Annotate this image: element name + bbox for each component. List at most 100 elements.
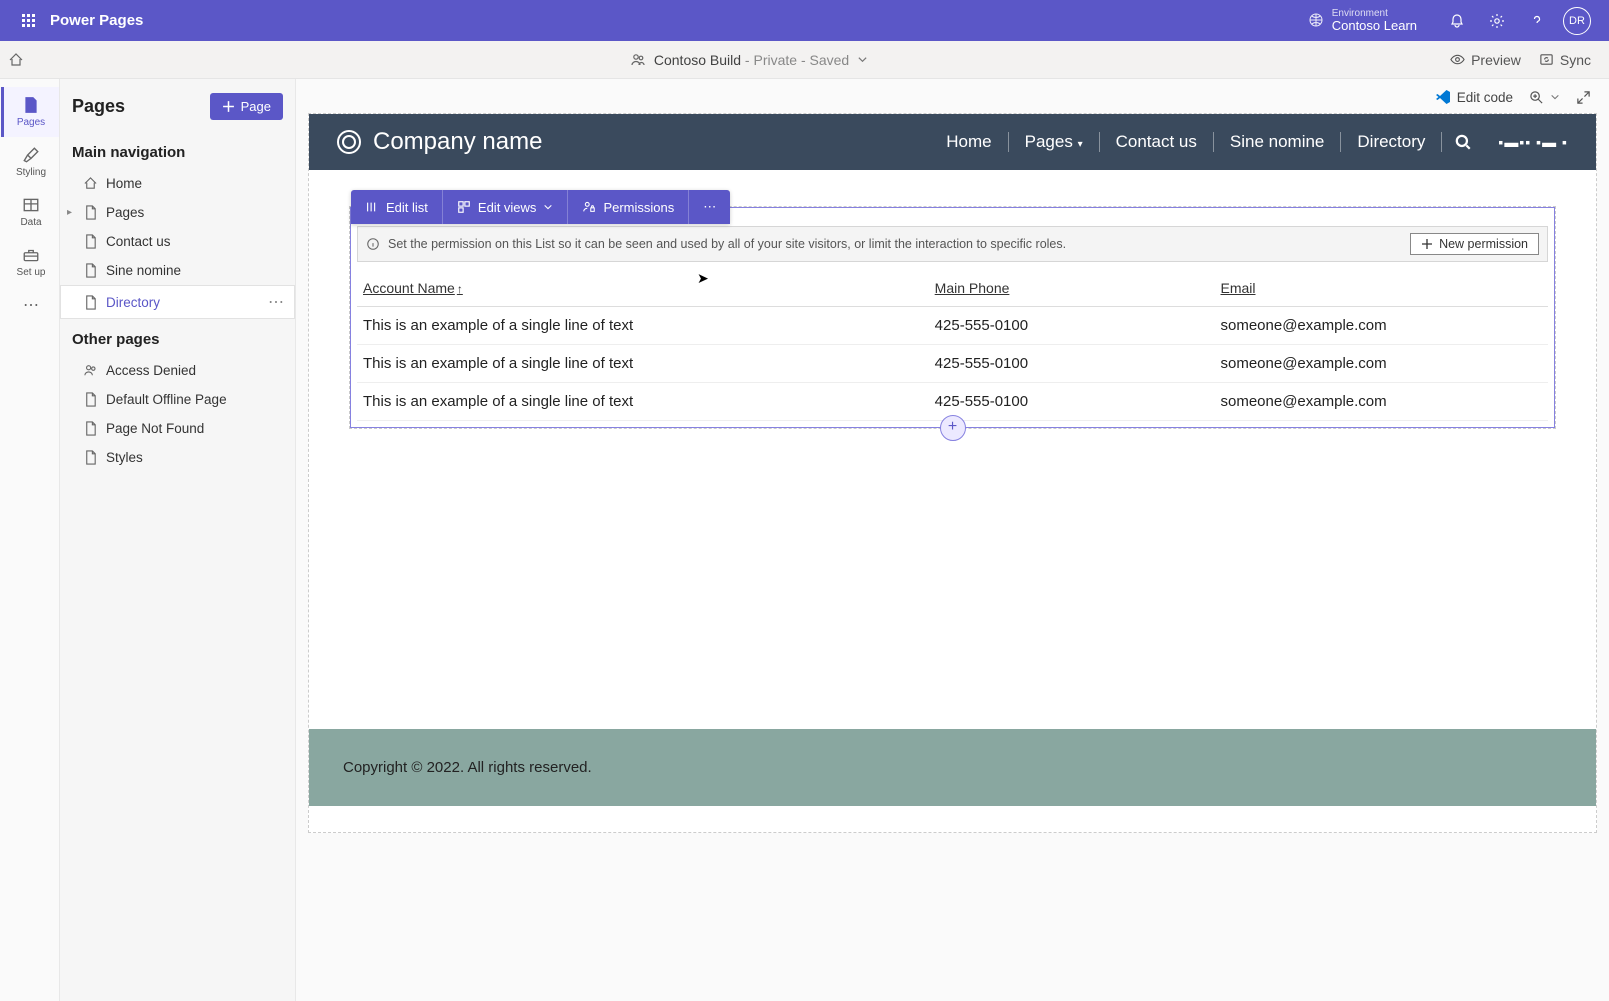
rail-setup[interactable]: Set up bbox=[1, 237, 59, 287]
rail-pages-label: Pages bbox=[17, 117, 45, 128]
bell-icon bbox=[1449, 13, 1465, 29]
design-canvas: Edit code Company name HomePages ▾Contac… bbox=[296, 79, 1609, 1001]
permissions-button[interactable]: Permissions bbox=[568, 190, 689, 224]
add-page-label: Page bbox=[241, 99, 271, 114]
settings-button[interactable] bbox=[1477, 1, 1517, 41]
sync-icon bbox=[1539, 52, 1554, 67]
canvas-toolbar: Edit code bbox=[296, 79, 1609, 109]
site-context[interactable]: Contoso Build - Private - Saved bbox=[48, 52, 1450, 68]
cell-main-phone: 425-555-0100 bbox=[929, 345, 1215, 383]
help-button[interactable] bbox=[1517, 1, 1557, 41]
environment-picker[interactable]: Environment Contoso Learn bbox=[1308, 8, 1417, 33]
site-status: - Private - Saved bbox=[741, 52, 849, 68]
avatar-initials: DR bbox=[1563, 7, 1591, 35]
data-table: Account Name↑ Main Phone Email bbox=[357, 270, 1548, 421]
app-launcher[interactable] bbox=[12, 14, 44, 27]
environment-label: Environment bbox=[1332, 8, 1417, 19]
zoom-button[interactable] bbox=[1529, 90, 1560, 105]
pages-panel: Pages Page Main navigation Home▸ PagesCon… bbox=[60, 79, 296, 1001]
add-page-button[interactable]: Page bbox=[210, 93, 283, 120]
column-header-account-name[interactable]: Account Name↑ bbox=[357, 270, 929, 307]
permission-banner: Set the permission on this List so it ca… bbox=[357, 226, 1548, 262]
toolbox-icon bbox=[22, 246, 40, 264]
chevron-right-icon: ▸ bbox=[67, 207, 72, 218]
main-nav-tree: Home ▸ Pages Contact usSine nomine Directory bbox=[60, 167, 295, 321]
rail-styling[interactable]: Styling bbox=[1, 137, 59, 187]
global-header: Power Pages Environment Contoso Learn DR bbox=[0, 0, 1609, 41]
nav-item-sine-nomine[interactable]: Sine nomine bbox=[60, 256, 295, 285]
site-title[interactable]: Company name bbox=[373, 128, 542, 156]
preview-label: Preview bbox=[1471, 52, 1521, 68]
chevron-down-icon bbox=[543, 202, 553, 212]
home-button[interactable] bbox=[8, 52, 48, 68]
list-toolbar: Edit list Edit views Permissions ⋯ bbox=[351, 190, 730, 224]
nav-item-directory[interactable]: Directory bbox=[60, 285, 295, 319]
site-search-button[interactable] bbox=[1442, 133, 1484, 151]
people-icon bbox=[630, 52, 646, 68]
site-nav-home[interactable]: Home bbox=[930, 132, 1008, 152]
rail-setup-label: Set up bbox=[17, 267, 46, 278]
site-nav-pages[interactable]: Pages ▾ bbox=[1009, 132, 1100, 152]
column-header-email[interactable]: Email bbox=[1215, 270, 1549, 307]
edit-code-label: Edit code bbox=[1457, 90, 1513, 105]
site-preview: Company name HomePages ▾Contact usSine n… bbox=[308, 113, 1597, 833]
context-bar: Contoso Build - Private - Saved Preview … bbox=[0, 41, 1609, 79]
page-icon bbox=[22, 96, 40, 114]
notifications-button[interactable] bbox=[1437, 1, 1477, 41]
zoom-icon bbox=[1529, 90, 1544, 105]
grid-icon bbox=[457, 200, 471, 214]
column-header-main-phone[interactable]: Main Phone bbox=[929, 270, 1215, 307]
main-navigation-header: Main navigation bbox=[60, 134, 295, 167]
page-icon bbox=[83, 234, 98, 249]
column-label: Account Name bbox=[363, 280, 455, 296]
other-item-page-not-found[interactable]: Page Not Found bbox=[60, 414, 295, 443]
list-component-zone[interactable]: Edit list Edit views Permissions ⋯ bbox=[349, 206, 1556, 429]
user-avatar[interactable]: DR bbox=[1557, 1, 1597, 41]
user-profile-placeholder[interactable]: ▪▬▪▪ ▪▬ ▪ bbox=[1484, 134, 1568, 150]
table-icon bbox=[22, 196, 40, 214]
edit-list-label: Edit list bbox=[386, 200, 428, 215]
cell-email: someone@example.com bbox=[1215, 383, 1549, 421]
nav-item-label: Directory bbox=[106, 295, 160, 310]
sync-button[interactable]: Sync bbox=[1539, 52, 1591, 68]
site-name: Contoso Build bbox=[654, 52, 741, 68]
product-name[interactable]: Power Pages bbox=[50, 12, 143, 29]
table-row[interactable]: This is an example of a single line of t… bbox=[357, 345, 1548, 383]
other-pages-header: Other pages bbox=[60, 321, 295, 354]
site-nav-sine-nomine[interactable]: Sine nomine bbox=[1214, 132, 1342, 152]
other-item-default-offline-page[interactable]: Default Offline Page bbox=[60, 385, 295, 414]
nav-item-label: Pages bbox=[106, 205, 144, 220]
cell-email: someone@example.com bbox=[1215, 307, 1549, 345]
preview-button[interactable]: Preview bbox=[1450, 52, 1521, 68]
nav-item-home[interactable]: Home bbox=[60, 169, 295, 198]
edit-list-button[interactable]: Edit list bbox=[351, 190, 443, 224]
expand-button[interactable] bbox=[1576, 90, 1591, 105]
nav-item-contact-us[interactable]: Contact us bbox=[60, 227, 295, 256]
rail-pages[interactable]: Pages bbox=[1, 87, 59, 137]
page-icon bbox=[83, 392, 98, 407]
edit-views-button[interactable]: Edit views bbox=[443, 190, 569, 224]
rail-data[interactable]: Data bbox=[1, 187, 59, 237]
site-nav-directory[interactable]: Directory bbox=[1341, 132, 1442, 152]
site-nav-contact-us[interactable]: Contact us bbox=[1100, 132, 1214, 152]
add-section-button[interactable]: + bbox=[940, 415, 966, 441]
question-icon bbox=[1529, 13, 1545, 29]
home-icon bbox=[83, 176, 98, 191]
other-pages-tree: Access DeniedDefault Offline PagePage No… bbox=[60, 354, 295, 474]
cell-main-phone: 425-555-0100 bbox=[929, 307, 1215, 345]
list-more-button[interactable]: ⋯ bbox=[689, 190, 730, 224]
edit-code-button[interactable]: Edit code bbox=[1435, 89, 1513, 105]
other-item-access-denied[interactable]: Access Denied bbox=[60, 356, 295, 385]
plus-icon bbox=[1421, 238, 1433, 250]
new-permission-button[interactable]: New permission bbox=[1410, 233, 1539, 255]
other-item-styles[interactable]: Styles bbox=[60, 443, 295, 472]
cell-account-name: This is an example of a single line of t… bbox=[357, 345, 929, 383]
rail-more[interactable]: ⋯ bbox=[1, 287, 59, 323]
footer-text[interactable]: Copyright © 2022. All rights reserved. bbox=[343, 759, 1562, 776]
table-row[interactable]: This is an example of a single line of t… bbox=[357, 307, 1548, 345]
nav-item-pages[interactable]: ▸ Pages bbox=[60, 198, 295, 227]
page-icon bbox=[83, 421, 98, 436]
table-body: This is an example of a single line of t… bbox=[357, 307, 1548, 421]
list-component: Edit list Edit views Permissions ⋯ bbox=[350, 207, 1555, 428]
info-icon bbox=[366, 237, 380, 251]
